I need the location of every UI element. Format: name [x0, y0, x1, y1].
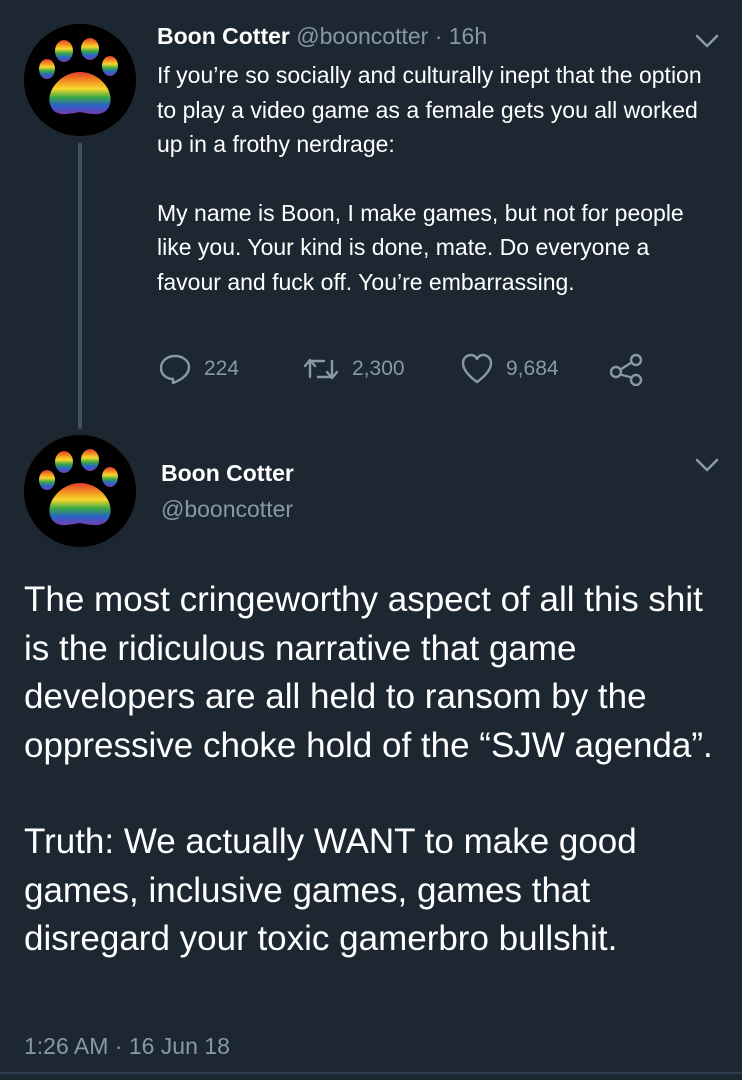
retweet-count: 2,300 [352, 357, 405, 380]
chevron-down-icon[interactable] [694, 32, 720, 50]
author-name[interactable]: Boon Cotter [161, 458, 294, 488]
reply-tweet-header: Boon Cotter @booncotter · 16h [157, 20, 487, 52]
rainbow-paw-icon [24, 435, 136, 547]
tweet-thread: Boon Cotter @booncotter · 16h If you’re … [0, 0, 742, 1080]
tweet-paragraph: Truth: We actually WANT to make good gam… [24, 822, 637, 958]
share-button[interactable] [609, 352, 645, 386]
rainbow-paw-icon [24, 24, 136, 136]
tweet-actions: 224 2,300 9,684 [158, 352, 658, 386]
like-count: 9,684 [506, 357, 559, 380]
speech-bubble-icon [159, 354, 191, 385]
like-button[interactable]: 9,684 [460, 352, 559, 386]
chevron-down-icon[interactable] [694, 456, 720, 474]
tweet-paragraph: My name is Boon, I make games, but not f… [157, 199, 684, 295]
tweet-paragraph: If you’re so socially and culturally ine… [157, 62, 702, 157]
author-handle[interactable]: @booncotter [296, 23, 428, 49]
avatar[interactable] [24, 24, 136, 136]
share-icon [609, 353, 643, 386]
tweet-paragraph: The most cringeworthy aspect of all this… [24, 580, 713, 765]
retweet-button[interactable]: 2,300 [302, 352, 405, 386]
reply-count: 224 [204, 357, 240, 380]
author-name[interactable]: Boon Cotter [157, 23, 290, 49]
main-tweet-text: The most cringeworthy aspect of all this… [24, 576, 734, 964]
author-handle[interactable]: @booncotter [161, 494, 293, 524]
avatar[interactable] [24, 435, 136, 547]
reply-button[interactable]: 224 [158, 352, 239, 386]
retweet-icon [303, 358, 339, 380]
tweet-timestamp[interactable]: 1:26 AM · 16 Jun 18 [24, 1030, 230, 1062]
divider [0, 1072, 742, 1074]
separator-dot: · [434, 23, 443, 49]
tweet-time[interactable]: 16h [449, 23, 487, 49]
reply-tweet-text: If you’re so socially and culturally ine… [157, 58, 717, 299]
thread-connector-line [78, 143, 82, 429]
heart-icon [461, 353, 493, 384]
